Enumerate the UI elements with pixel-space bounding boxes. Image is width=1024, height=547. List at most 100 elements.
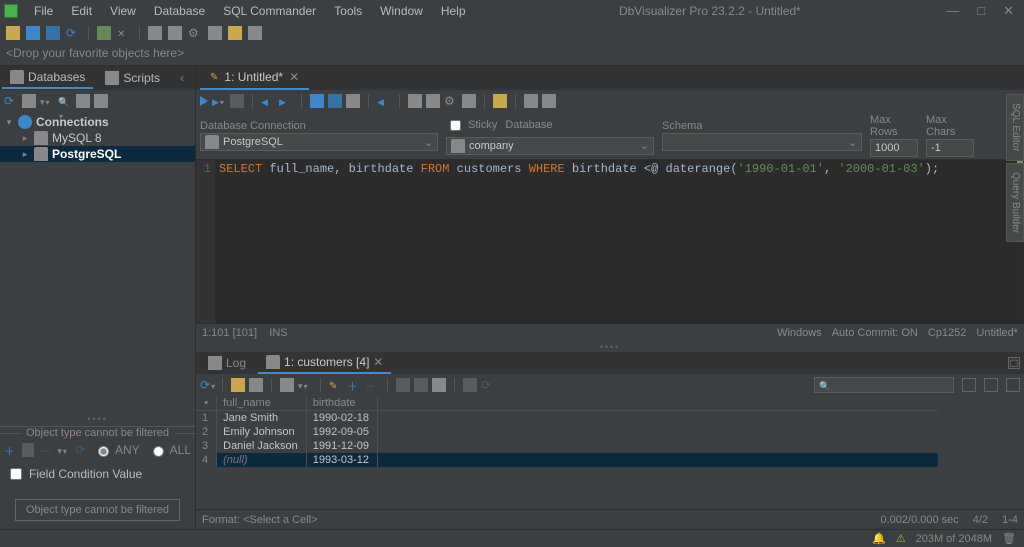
filter-add-icon[interactable] [4, 443, 16, 457]
tool-icon-2[interactable] [208, 26, 222, 40]
comment-icon[interactable] [426, 94, 440, 108]
grid-filter-icon[interactable] [298, 378, 312, 392]
table-row[interactable]: 4 (null) 1993-03-12 [196, 453, 938, 467]
side-tab-sql-editor[interactable]: SQL Editor [1006, 94, 1024, 161]
save-sql-icon[interactable] [310, 94, 324, 108]
open-icon[interactable] [6, 26, 20, 40]
cell[interactable]: 1993-03-12 [306, 453, 377, 467]
maxrows-input[interactable]: 1000 [870, 139, 918, 157]
window-close-button[interactable]: ✕ [1003, 3, 1014, 19]
editor-tab[interactable]: ✎ 1: Untitled* ✕ [200, 66, 309, 90]
save-all-icon[interactable] [46, 26, 60, 40]
cell[interactable]: 1990-02-18 [306, 411, 377, 426]
grid-view-icon[interactable] [962, 378, 976, 392]
tree-tool-icon[interactable] [76, 94, 90, 108]
connection-tree[interactable]: ▾ Connections ▸ MySQL 8 ▸ PostgreSQL [0, 112, 195, 164]
twisty-icon[interactable]: ▾ [4, 117, 14, 128]
window-maximize-button[interactable]: □ [977, 3, 985, 19]
sql-editor[interactable]: 1 SELECT full_name, birthdate FROM custo… [196, 159, 1024, 324]
bookmarks-icon[interactable] [228, 26, 242, 40]
tool-icon-3[interactable] [248, 26, 262, 40]
cell[interactable]: 1992-09-05 [306, 425, 377, 439]
connect-icon[interactable] [97, 26, 111, 40]
sql-settings-icon[interactable] [444, 94, 458, 108]
twisty-icon[interactable]: ▸ [20, 133, 30, 144]
tree-refresh-icon[interactable] [4, 94, 18, 108]
cell[interactable]: (null) [217, 453, 307, 467]
tree-root[interactable]: ▾ Connections [0, 114, 195, 130]
sticky-checkbox[interactable] [450, 120, 461, 131]
maxchars-input[interactable]: -1 [926, 139, 974, 157]
cell[interactable]: 1991-12-09 [306, 439, 377, 453]
new-icon[interactable] [346, 94, 360, 108]
refresh-icon[interactable] [66, 26, 80, 40]
profile-icon[interactable] [542, 94, 556, 108]
table-row[interactable]: 2 Emily Johnson 1992-09-05 [196, 425, 938, 439]
text-view-icon[interactable] [984, 378, 998, 392]
result-grid[interactable]: • full_name birthdate 1 Jane Smith 1990-… [196, 396, 1024, 467]
prev-icon[interactable] [377, 94, 391, 108]
splitter-handle-icon[interactable]: •••• [196, 342, 1024, 352]
tree-tool-icon-2[interactable] [94, 94, 108, 108]
column-header[interactable]: birthdate [306, 396, 377, 411]
condition-checkbox[interactable] [10, 468, 22, 480]
tree-search-icon[interactable] [58, 94, 72, 108]
grid-tool-icon[interactable] [280, 378, 294, 392]
menu-database[interactable]: Database [146, 2, 213, 20]
database-select[interactable]: company [446, 137, 654, 155]
tool-icon[interactable] [462, 94, 476, 108]
copy-result-icon[interactable] [249, 378, 263, 392]
tab-log[interactable]: Log [200, 353, 254, 373]
disconnect-icon[interactable] [117, 26, 131, 40]
save-icon[interactable] [26, 26, 40, 40]
notifications-icon[interactable]: 🔔 [872, 532, 886, 545]
close-tab-icon[interactable]: ✕ [289, 70, 299, 84]
menu-view[interactable]: View [102, 2, 144, 20]
maximize-results-icon[interactable]: □ [1008, 357, 1020, 369]
tool-icon[interactable] [168, 26, 182, 40]
reload-icon[interactable] [200, 378, 214, 392]
tree-node-mysql[interactable]: ▸ MySQL 8 [0, 130, 195, 146]
tab-scripts[interactable]: Scripts [97, 68, 168, 88]
cell[interactable]: Jane Smith [217, 411, 307, 426]
close-tab-icon[interactable]: ✕ [373, 355, 383, 369]
filter-condition-row[interactable]: Field Condition Value [4, 463, 191, 485]
menu-tools[interactable]: Tools [326, 2, 370, 20]
menu-file[interactable]: File [26, 2, 61, 20]
nav-back-button[interactable]: ‹ [176, 71, 188, 85]
format-icon[interactable] [408, 94, 422, 108]
radio-any[interactable] [98, 446, 109, 457]
window-minimize-button[interactable]: — [946, 3, 959, 19]
history-back-icon[interactable] [261, 94, 275, 108]
sql-code[interactable]: SELECT full_name, birthdate FROM custome… [215, 160, 1023, 323]
connection-select[interactable]: PostgreSQL [200, 133, 438, 151]
filter-any-radio[interactable]: ANY [93, 443, 140, 457]
menu-edit[interactable]: Edit [63, 2, 100, 20]
twisty-icon[interactable]: ▸ [20, 149, 30, 160]
menu-sql-commander[interactable]: SQL Commander [215, 2, 324, 20]
chart-view-icon[interactable] [1006, 378, 1020, 392]
result-search-input[interactable] [814, 377, 954, 393]
table-row[interactable]: 1 Jane Smith 1990-02-18 [196, 411, 938, 426]
tab-result[interactable]: 1: customers [4] ✕ [258, 352, 391, 374]
filter-apply-button[interactable]: Object type cannot be filtered [15, 499, 180, 521]
add-row-icon[interactable] [347, 378, 361, 392]
side-tab-query-builder[interactable]: Query Builder [1006, 163, 1024, 242]
filter-all-radio[interactable]: ALL [148, 443, 191, 457]
filter-type-icon[interactable] [57, 443, 69, 457]
trash-icon[interactable]: 🗑 [1002, 532, 1016, 545]
explain-icon[interactable] [524, 94, 538, 108]
save-as-icon[interactable] [328, 94, 342, 108]
radio-all[interactable] [153, 446, 164, 457]
favorites-bar[interactable]: <Drop your favorite objects here> [0, 44, 1024, 66]
tab-databases[interactable]: Databases [2, 67, 93, 89]
tree-filter-icon[interactable] [40, 94, 54, 108]
edit-row-icon[interactable] [329, 378, 343, 392]
cell[interactable]: Emily Johnson [217, 425, 307, 439]
column-header[interactable]: full_name [217, 396, 307, 411]
menu-help[interactable]: Help [433, 2, 474, 20]
new-sql-icon[interactable] [148, 26, 162, 40]
history-fwd-icon[interactable] [279, 94, 293, 108]
execute-icon[interactable] [200, 96, 208, 106]
tree-new-icon[interactable] [22, 94, 36, 108]
